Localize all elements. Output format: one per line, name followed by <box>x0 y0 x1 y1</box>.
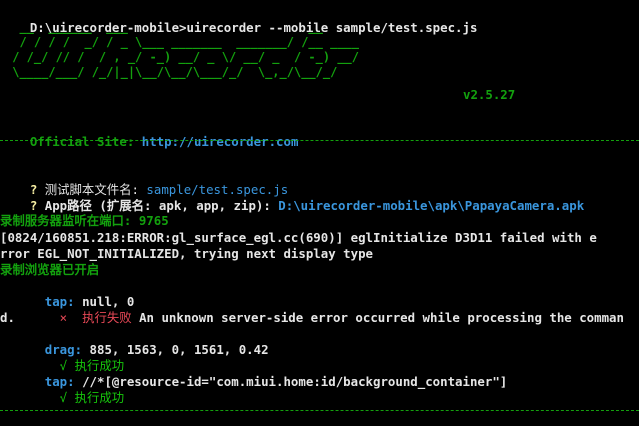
fail-message: An unknown server-side error occurred wh… <box>131 310 624 325</box>
tap-2-result: √ 执行成功 <box>0 374 125 405</box>
drag-result: √ 执行成功 <box>0 342 125 373</box>
command-line: D:\uirecorder-mobile>uirecorder --mobile… <box>0 4 478 35</box>
version-label: v2.5.27 <box>463 87 516 102</box>
browser-opened-line: 录制浏览器已开启 <box>0 262 100 277</box>
official-site-line: Official Site: http://uirecorder.com <box>0 118 299 149</box>
fail-message-continuation: d. <box>0 310 15 325</box>
success-label: 执行成功 <box>74 390 125 405</box>
tap-command-1: tap: null, 0 <box>0 278 135 309</box>
official-site-url: http://uirecorder.com <box>141 134 299 149</box>
uirecorder-logo-art: __ ______ ___ __ / / / / _/ / _ \___ ___… <box>5 20 359 80</box>
logo-line: \____/___/ /_/|_|\__/\__/\___/_/ \_,_/\_… <box>5 65 338 79</box>
question-mark: ? <box>29 198 45 213</box>
check-icon: √ <box>29 390 75 405</box>
question-label: App路径 (扩展名: apk, app, zip): <box>44 198 279 213</box>
tap-value: //*[@resource-id="com.miui.home:id/backg… <box>82 374 508 389</box>
cross-icon: × <box>29 310 83 325</box>
logo-line: __ ______ ___ __ <box>5 20 323 34</box>
tap-command-2: tap: //*[@resource-id="com.miui.home:id/… <box>0 358 508 389</box>
separator-bottom <box>0 410 639 411</box>
server-port-line: 录制服务器监听在端口: 9765 <box>0 213 169 228</box>
official-site-label: Official Site: <box>29 134 142 149</box>
question-script-file: ? 测试脚本文件名: sample/test.spec.js <box>0 166 288 197</box>
logo-line: / /_/ // / / , _/ -_) __/ _ \/ __/ _ / -… <box>5 50 360 64</box>
separator-top <box>0 140 639 141</box>
error-line-1: [0824/160851.218:ERROR:gl_surface_egl.cc… <box>0 230 597 245</box>
question-app-path: ? App路径 (扩展名: apk, app, zip): D:\uirecor… <box>0 182 584 213</box>
fail-label: 执行失败 <box>82 310 132 325</box>
question-answer: D:\uirecorder-mobile\apk\PapayaCamera.ap… <box>278 198 585 213</box>
tap-1-result: × 执行失败 An unknown server-side error occu… <box>0 294 624 325</box>
error-line-2: rror EGL_NOT_INITIALIZED, trying next di… <box>0 246 373 261</box>
drag-command: drag: 885, 1563, 0, 1561, 0.42 <box>0 326 269 357</box>
terminal-window[interactable]: D:\uirecorder-mobile>uirecorder --mobile… <box>0 0 639 426</box>
logo-line: / / / / _/ / _ \___ _______ _______/ /__… <box>5 35 360 49</box>
